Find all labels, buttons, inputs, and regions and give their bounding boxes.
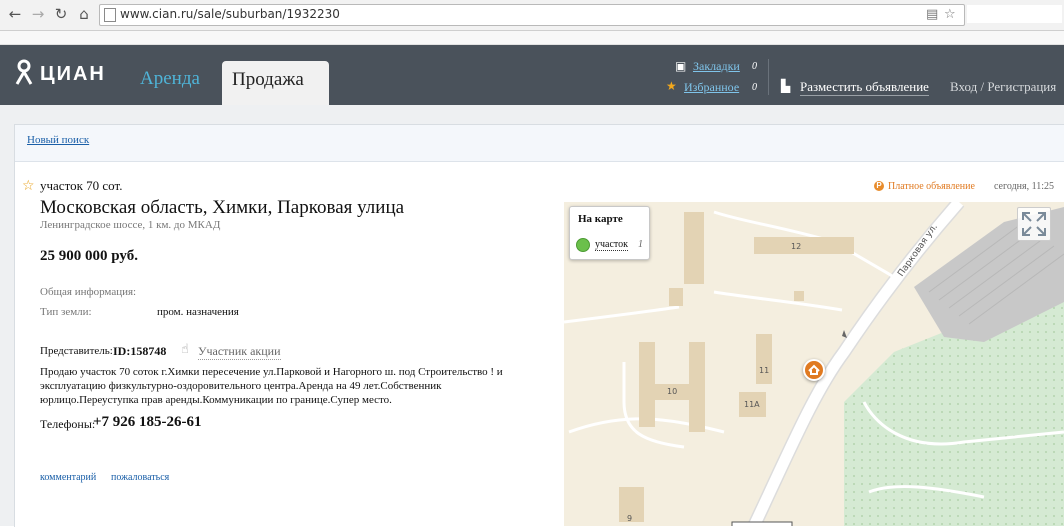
home-icon[interactable]: ⌂ bbox=[75, 5, 93, 23]
star-icon: ★ bbox=[666, 79, 677, 93]
bookmarks-link[interactable]: Закладки bbox=[693, 59, 740, 74]
login-link[interactable]: Вход / Регистрация bbox=[950, 79, 1056, 95]
building-11 bbox=[756, 334, 772, 384]
direction-arrow bbox=[842, 330, 847, 338]
building-12 bbox=[754, 237, 854, 254]
building-10-right bbox=[689, 342, 705, 432]
building-label-11a: 11А bbox=[744, 400, 760, 409]
browser-toolbar: ← → ↻ ⌂ www.cian.ru/sale/suburban/193223… bbox=[0, 0, 1064, 31]
extension-area bbox=[967, 5, 1062, 23]
tab-sale-label: Продажа bbox=[232, 69, 304, 90]
map-legend: На карте участок 1 bbox=[569, 206, 650, 260]
land-type-value: пром. назначения bbox=[157, 306, 239, 318]
representative-label: Представитель: bbox=[40, 345, 113, 357]
promo-link[interactable]: Участник акции bbox=[198, 344, 281, 360]
logo-text: ЦИАН bbox=[40, 63, 106, 85]
listing-marker-icon[interactable] bbox=[803, 359, 825, 381]
building-label-12: 12 bbox=[791, 242, 801, 251]
building bbox=[684, 212, 704, 284]
listing-address: Московская область, Химки, Парковая улиц… bbox=[40, 197, 405, 218]
favorite-star-icon[interactable]: ☆ bbox=[22, 178, 35, 194]
post-ad-icon: ▙ bbox=[781, 79, 791, 93]
bookmark-star-icon[interactable]: ☆ bbox=[944, 7, 956, 22]
building bbox=[669, 288, 683, 306]
land-type-label: Тип земли: bbox=[40, 306, 92, 318]
logo-pin-icon bbox=[15, 59, 33, 85]
favorites-count: 0 bbox=[752, 82, 757, 93]
new-search-link[interactable]: Новый поиск bbox=[27, 134, 89, 146]
page-icon bbox=[104, 8, 116, 22]
minor-road-2 bbox=[713, 290, 843, 312]
building-10-left bbox=[639, 342, 655, 427]
bookmarks-bar bbox=[0, 31, 1064, 45]
street-label: Парковая ул. bbox=[896, 222, 940, 279]
listing-date: сегодня, 11:25 bbox=[994, 181, 1055, 192]
expand-icon bbox=[1022, 212, 1046, 236]
map-scale bbox=[731, 521, 793, 526]
legend-title: На карте bbox=[578, 213, 623, 225]
address-bar[interactable]: www.cian.ru/sale/suburban/1932230 ▤ ☆ bbox=[99, 4, 965, 26]
save-icon: ▣ bbox=[675, 59, 687, 73]
tab-rent[interactable]: Аренда bbox=[140, 68, 200, 90]
arrow-right-icon[interactable]: → bbox=[29, 5, 47, 23]
listing-highway: Ленинградское шоссе, 1 км. до МКАД bbox=[40, 219, 221, 231]
paid-label[interactable]: Платное объявление bbox=[888, 181, 975, 192]
header-divider bbox=[768, 59, 769, 95]
minor-road-3 bbox=[564, 305, 680, 324]
building bbox=[794, 291, 804, 301]
representative-id[interactable]: ID:158748 bbox=[113, 344, 166, 359]
house-icon bbox=[808, 364, 820, 375]
listing-description: Продаю участок 70 соток г.Химки пересече… bbox=[40, 366, 503, 406]
favorites-link[interactable]: Избранное bbox=[684, 80, 739, 95]
legend-item-label[interactable]: участок bbox=[595, 239, 629, 251]
phone-number: +7 926 185-26-61 bbox=[93, 414, 202, 430]
thumb-up-icon: ☝ bbox=[181, 342, 189, 357]
post-ad-link[interactable]: Разместить объявление bbox=[800, 79, 929, 96]
listing-price: 25 900 000 руб. bbox=[40, 248, 138, 264]
url-text: www.cian.ru/sale/suburban/1932230 bbox=[120, 7, 340, 21]
listing-type: участок 70 сот. bbox=[40, 178, 123, 193]
phones-label: Телефоны: bbox=[40, 417, 96, 431]
search-bar: Новый поиск bbox=[15, 125, 1064, 162]
general-info-heading: Общая информация: bbox=[40, 286, 137, 298]
page-action-icon[interactable]: ▤ bbox=[926, 7, 938, 22]
building-label-9: 9 bbox=[627, 514, 632, 523]
reload-icon[interactable]: ↻ bbox=[52, 5, 70, 23]
building-label-10: 10 bbox=[667, 387, 677, 396]
bookmarks-count: 0 bbox=[752, 61, 757, 72]
fullscreen-button[interactable] bbox=[1017, 207, 1051, 241]
tab-sale[interactable]: Продажа bbox=[222, 61, 329, 105]
complain-link[interactable]: пожаловаться bbox=[111, 472, 169, 483]
site-header: ЦИАН Аренда Продажа ▣ Закладки 0 ★ Избра… bbox=[0, 45, 1064, 105]
paid-icon: P bbox=[874, 181, 884, 191]
building-label-11: 11 bbox=[759, 366, 769, 375]
green-dot-icon bbox=[576, 238, 590, 252]
arrow-left-icon[interactable]: ← bbox=[6, 5, 24, 23]
legend-item-count: 1 bbox=[638, 239, 643, 250]
comment-link[interactable]: комментарий bbox=[40, 472, 96, 483]
